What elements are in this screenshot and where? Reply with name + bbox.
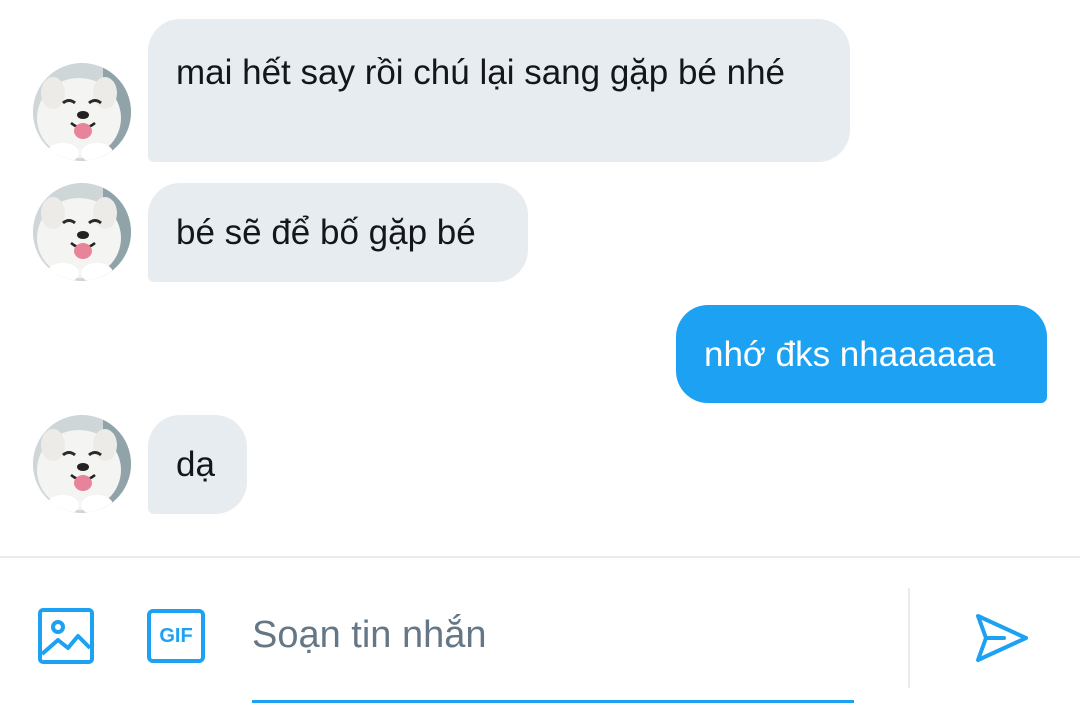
contact-avatar[interactable] bbox=[33, 183, 131, 281]
image-icon[interactable] bbox=[38, 608, 94, 664]
message-bubble-sent[interactable]: nhớ đks nhaaaaaa bbox=[676, 305, 1047, 403]
composer-divider bbox=[0, 556, 1080, 558]
message-text: mai hết say rồi chú lại sang gặp bé nhé bbox=[176, 53, 785, 92]
message-input[interactable] bbox=[252, 605, 854, 665]
samoyed-dog-avatar bbox=[33, 415, 131, 513]
samoyed-dog-avatar bbox=[33, 183, 131, 281]
send-separator bbox=[908, 588, 910, 688]
gif-label: GIF bbox=[159, 625, 193, 647]
send-icon[interactable] bbox=[974, 612, 1030, 664]
contact-avatar[interactable] bbox=[33, 63, 131, 161]
message-text: dạ bbox=[176, 445, 215, 484]
message-text: nhớ đks nhaaaaaa bbox=[704, 335, 996, 374]
samoyed-dog-avatar bbox=[33, 63, 131, 161]
message-bubble-received[interactable]: mai hết say rồi chú lại sang gặp bé nhé bbox=[148, 19, 850, 162]
message-bubble-received[interactable]: bé sẽ để bố gặp bé bbox=[148, 183, 528, 282]
message-text: bé sẽ để bố gặp bé bbox=[176, 213, 476, 252]
contact-avatar[interactable] bbox=[33, 415, 131, 513]
gif-button[interactable]: GIF bbox=[147, 609, 205, 663]
message-composer[interactable] bbox=[252, 605, 854, 703]
message-bubble-received[interactable]: dạ bbox=[148, 415, 247, 514]
